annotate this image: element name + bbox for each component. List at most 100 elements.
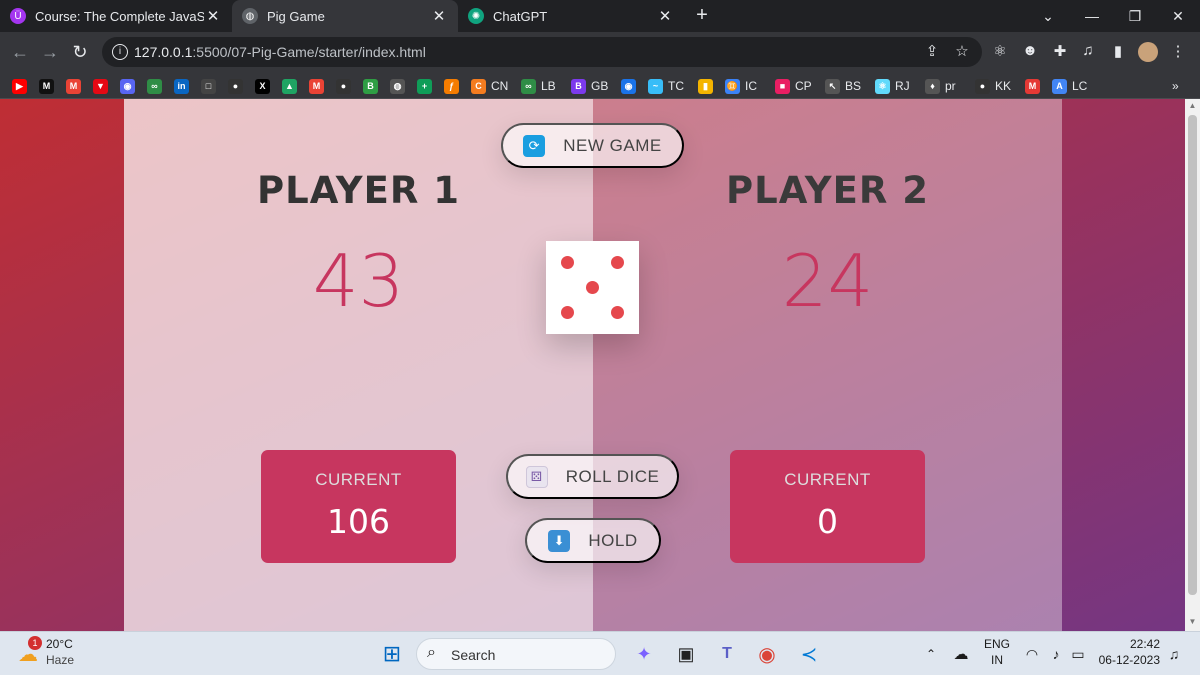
show-hidden-icons[interactable]: ⌃ — [922, 640, 940, 668]
bookmarks-overflow-button[interactable]: » — [1172, 77, 1179, 95]
bookmark-item[interactable]: ~ TC — [648, 77, 684, 95]
extensions-puzzle-icon[interactable]: ✚ — [1050, 42, 1070, 62]
onedrive-icon[interactable]: ☁ — [950, 640, 972, 668]
refresh-icon: ⟳ — [523, 134, 546, 157]
extension-avatar-icon[interactable]: ☻ — [1020, 42, 1040, 62]
bookmark-item[interactable]: ▶ — [12, 77, 32, 95]
minimize-button[interactable]: — — [1070, 0, 1114, 32]
bookmark-item[interactable]: ● — [336, 77, 356, 95]
player-1-score: 43 — [312, 239, 405, 323]
teams-icon[interactable]: T — [713, 640, 741, 668]
close-window-button[interactable]: ✕ — [1156, 0, 1200, 32]
bookmark-star-icon[interactable]: ☆ — [952, 42, 972, 62]
bookmark-item[interactable]: ∞ — [147, 77, 167, 95]
vscode-icon[interactable]: ≺ — [795, 640, 823, 668]
copilot-icon[interactable]: ✦ — [630, 640, 658, 668]
close-tab-icon[interactable]: ✕ — [430, 7, 448, 25]
bookmark-item[interactable]: ● — [228, 77, 248, 95]
url-host: 127.0.0.1 — [134, 44, 193, 60]
media-control-icon[interactable]: ♫ — [1078, 42, 1098, 62]
scroll-up-arrow-icon[interactable]: ▲ — [1188, 101, 1197, 110]
close-tab-icon[interactable]: ✕ — [656, 7, 674, 25]
bookmark-favicon-icon: ▮ — [698, 78, 713, 94]
bookmark-favicon-icon: ♊ — [725, 78, 740, 94]
share-icon[interactable]: ⇪ — [922, 42, 942, 62]
bookmark-item[interactable]: ■ CP — [775, 77, 812, 95]
vertical-scrollbar[interactable]: ▲ ▼ — [1185, 99, 1200, 631]
forward-button[interactable]: → — [38, 40, 62, 64]
tab-pig-game[interactable]: ◍ Pig Game ✕ — [232, 0, 458, 32]
weather-temp[interactable]: 20°C — [46, 637, 73, 651]
bookmark-item[interactable]: ↖ BS — [825, 77, 861, 95]
bookmark-item[interactable]: ∞ LB — [521, 77, 556, 95]
tab-course[interactable]: Ü Course: The Complete JavaScript ✕ — [0, 0, 232, 32]
bookmark-item[interactable]: B GB — [571, 77, 608, 95]
bookmark-item[interactable]: B — [363, 77, 383, 95]
roll-dice-button[interactable]: ⚄ ROLL DICE — [506, 454, 679, 499]
bookmark-favicon-icon: ▼ — [93, 78, 108, 94]
scroll-down-arrow-icon[interactable]: ▼ — [1188, 617, 1197, 626]
notification-bell-icon[interactable]: ♫ — [1164, 640, 1184, 668]
bookmark-item[interactable]: M — [1025, 77, 1045, 95]
bookmark-item[interactable]: ◉ — [120, 77, 140, 95]
bookmark-item[interactable]: ● KK — [975, 77, 1011, 95]
back-button[interactable]: ← — [8, 40, 32, 64]
bookmark-item[interactable]: ▼ — [93, 77, 113, 95]
url-text[interactable]: 127.0.0.1:5500/07-Pig-Game/starter/index… — [134, 44, 426, 60]
weather-badge: 1 — [28, 636, 42, 650]
bookmark-item[interactable]: X — [255, 77, 275, 95]
bookmark-item[interactable]: ◉ — [621, 77, 641, 95]
site-info-icon[interactable]: i — [112, 44, 128, 60]
tab-chatgpt[interactable]: ✺ ChatGPT ✕ — [458, 0, 684, 32]
new-tab-button[interactable]: + — [690, 4, 714, 27]
bookmark-item[interactable]: M — [66, 77, 86, 95]
volume-icon[interactable]: ♪ — [1046, 640, 1066, 668]
bookmark-item[interactable]: C CN — [471, 77, 508, 95]
battery-icon[interactable]: ▭ — [1068, 640, 1088, 668]
menu-kebab-icon[interactable]: ⋮ — [1168, 42, 1188, 62]
bookmark-favicon-icon: in — [174, 78, 189, 94]
language-bottom[interactable]: IN — [984, 652, 1010, 668]
dice-pip — [560, 306, 574, 320]
windows-start-icon[interactable]: ⊞ — [378, 640, 406, 668]
bookmark-item[interactable]: in — [174, 77, 194, 95]
wifi-icon[interactable]: ◠ — [1022, 640, 1042, 668]
language-top[interactable]: ENG — [984, 636, 1010, 652]
tab-search-icon[interactable]: ⌄ — [1026, 0, 1070, 32]
profile-avatar-icon[interactable] — [1138, 42, 1158, 62]
bookmark-item[interactable]: ⚛ RJ — [875, 77, 910, 95]
dice-pip — [586, 281, 599, 294]
bookmark-favicon-icon: B — [363, 78, 378, 94]
clock-date[interactable]: 06-12-2023 — [1092, 653, 1160, 667]
bookmark-item[interactable]: ◍ — [390, 77, 410, 95]
chatgpt-icon: ✺ — [468, 8, 484, 24]
chrome-icon[interactable]: ◉ — [753, 640, 781, 668]
bookmark-label: pr — [945, 79, 956, 93]
clock-time[interactable]: 22:42 — [1100, 637, 1160, 651]
bookmark-item[interactable]: □ — [201, 77, 221, 95]
bookmark-item[interactable]: ♦ pr — [925, 77, 956, 95]
side-panel-icon[interactable]: ▮ — [1108, 42, 1128, 62]
scrollbar-thumb[interactable] — [1188, 115, 1197, 595]
player-1-panel: PLAYER 1 43 CURRENT 106 — [124, 99, 593, 631]
hold-button[interactable]: ⬇ HOLD — [525, 518, 661, 563]
new-game-button[interactable]: ⟳ NEW GAME — [501, 123, 684, 168]
bookmark-item[interactable]: M — [39, 77, 59, 95]
reload-button[interactable]: ↻ — [68, 40, 92, 64]
bookmark-item[interactable]: M — [309, 77, 329, 95]
weather-desc[interactable]: Haze — [46, 653, 74, 667]
player-1-current-score: 106 — [327, 502, 390, 541]
bookmark-item[interactable]: ♊ IC — [725, 77, 757, 95]
taskbar-search[interactable]: ⌕ Search — [416, 638, 616, 670]
bookmark-item[interactable]: ▲ — [282, 77, 302, 95]
task-view-icon[interactable]: ▣ — [672, 640, 700, 668]
restore-button[interactable]: ❐ — [1113, 0, 1157, 32]
bookmark-item[interactable]: ƒ — [444, 77, 464, 95]
address-bar[interactable]: i 127.0.0.1:5500/07-Pig-Game/starter/ind… — [102, 37, 982, 67]
bookmark-item[interactable]: A LC — [1052, 77, 1087, 95]
bookmark-item[interactable]: + — [417, 77, 437, 95]
bookmark-item[interactable]: ▮ — [698, 77, 718, 95]
react-devtools-icon[interactable]: ⚛ — [990, 42, 1010, 62]
bookmark-label: CN — [491, 79, 509, 93]
close-tab-icon[interactable]: ✕ — [204, 7, 222, 25]
